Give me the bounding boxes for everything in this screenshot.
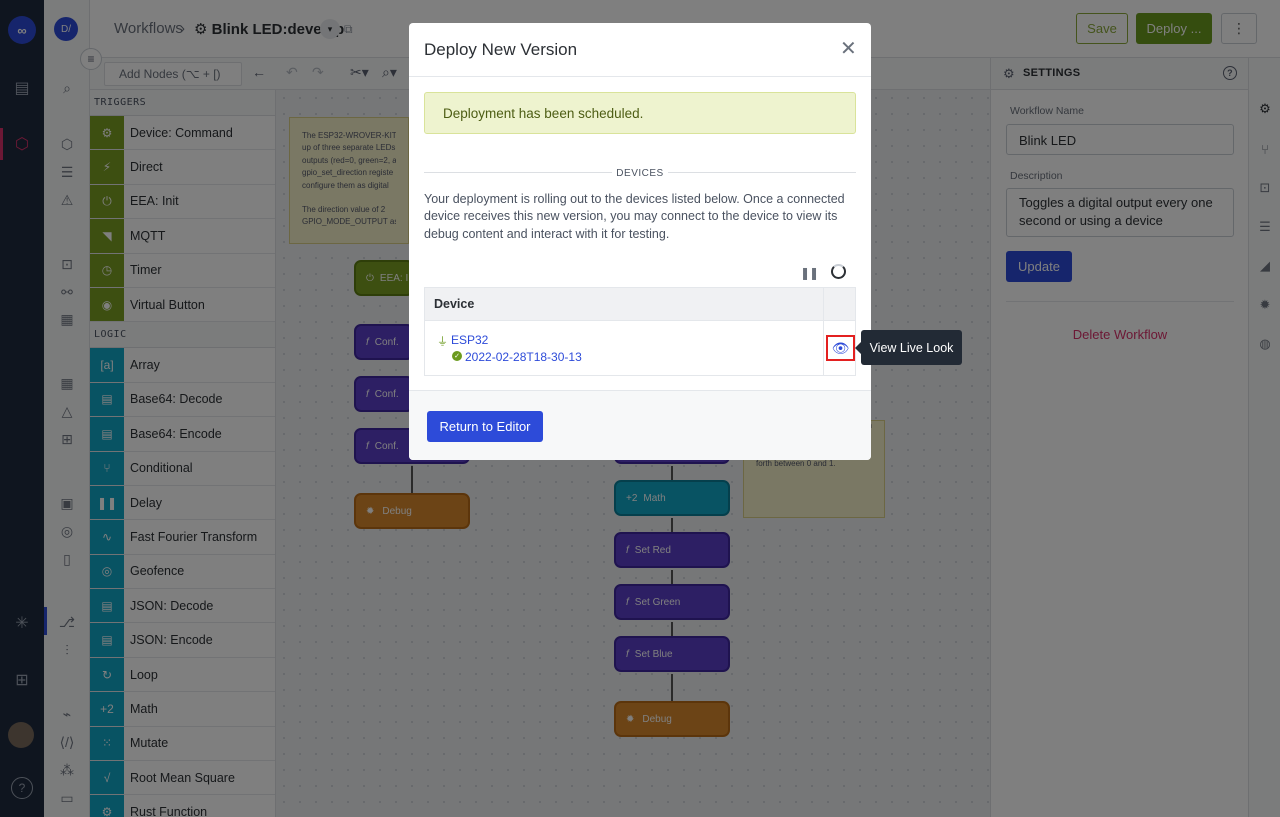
loading-spinner-icon <box>831 264 846 279</box>
modal-header: Deploy New Version ✕ <box>409 23 871 77</box>
app-window: ∞ ▤ ⬡ ✳ ⊞ ? D/ ⌕ ⬡ ☰ ⚠ ⊡ ⚯ ▦ ▦ △ ⊞ ▣ ◎ ▯… <box>0 0 1280 817</box>
check-circle-icon: ✓ <box>452 351 462 361</box>
device-column-header: Device <box>434 297 475 311</box>
table-header: Device <box>425 288 855 321</box>
deploy-modal: Deploy New Version ✕ Deployment has been… <box>409 23 871 460</box>
return-to-editor-button[interactable]: Return to Editor <box>427 411 543 442</box>
modal-title: Deploy New Version <box>424 40 578 59</box>
divider <box>668 172 856 173</box>
deployment-description: Your deployment is rolling out to the de… <box>424 192 845 241</box>
device-version-link[interactable]: 2022-02-28T18-30-13 <box>465 350 582 364</box>
close-icon[interactable]: ✕ <box>840 39 857 59</box>
devices-table: Device ⏚ ESP32 ✓ 2022-02-28T18-30-13 👁 <box>424 287 856 376</box>
eye-icon: 👁 <box>831 339 850 356</box>
device-name-link[interactable]: ESP32 <box>451 333 488 347</box>
devices-section-label: DEVICES <box>616 168 664 179</box>
pause-icon[interactable]: ❚❚ <box>800 266 819 280</box>
column-divider <box>823 288 824 375</box>
modal-footer: Return to Editor <box>409 390 871 460</box>
success-alert: Deployment has been scheduled. <box>424 92 856 134</box>
plug-icon: ⏚ <box>437 336 448 348</box>
view-live-look-tooltip: View Live Look <box>861 330 962 365</box>
view-live-look-button[interactable]: 👁 <box>826 335 855 361</box>
